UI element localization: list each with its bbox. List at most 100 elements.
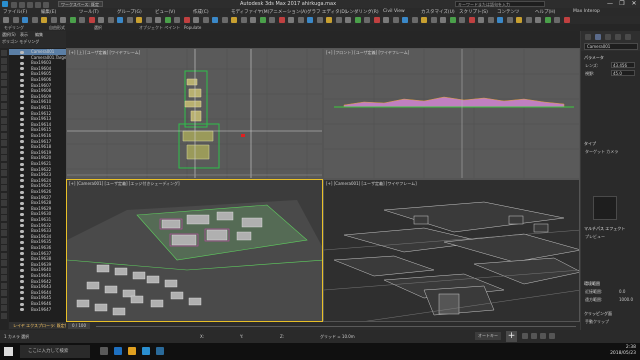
visibility-icon[interactable]: [20, 285, 24, 289]
visibility-icon[interactable]: [20, 296, 24, 300]
explorer-filter-icon[interactable]: [1, 290, 7, 296]
explorer-filter-icon[interactable]: [1, 147, 7, 154]
minimize-button[interactable]: —: [604, 0, 616, 8]
explorer-filter-icon[interactable]: [1, 57, 7, 64]
toolbar-icon[interactable]: [506, 17, 513, 23]
hierarchy-tab-icon[interactable]: [605, 34, 611, 40]
play-icon[interactable]: [531, 333, 537, 339]
ribbon-tab[interactable]: 選択: [94, 25, 102, 31]
visibility-icon[interactable]: [20, 168, 24, 172]
toolbar-icon[interactable]: [468, 17, 475, 23]
toolbar-icon[interactable]: [164, 17, 171, 23]
toolbar-icon[interactable]: [554, 17, 560, 23]
toolbar-icon[interactable]: [117, 17, 123, 23]
toolbar-icon[interactable]: [231, 17, 237, 23]
toolbar-icon[interactable]: [297, 17, 304, 23]
fov-field[interactable]: 45.0: [611, 70, 635, 76]
toolbar-icon[interactable]: [440, 17, 446, 23]
toolbar-icon[interactable]: [221, 17, 228, 23]
explorer-filter-icon[interactable]: [1, 192, 7, 199]
visibility-icon[interactable]: [20, 112, 24, 116]
close-button[interactable]: ✕: [628, 0, 640, 8]
explorer-filter-icon[interactable]: [1, 95, 7, 101]
scene-tab-display[interactable]: 表示: [20, 32, 28, 38]
scene-tab-edit[interactable]: 編集: [35, 32, 43, 38]
toolbar-icon[interactable]: [31, 17, 38, 23]
viewport-camera-wire-label[interactable]: [+] [Camera001] [ユーザ定義] [ワイヤフレーム]: [326, 181, 417, 187]
object-name-field[interactable]: Camera001: [584, 43, 638, 50]
toolbar-icon[interactable]: [383, 17, 389, 23]
visibility-icon[interactable]: [20, 61, 24, 65]
menu-item[interactable]: ファイル(F): [3, 9, 27, 15]
toolbar-icon[interactable]: [288, 17, 294, 23]
viewport-front-label[interactable]: [+] [フロント] [ユーザ定義] [ワイヤフレーム]: [326, 50, 409, 56]
modify-tab-icon[interactable]: [595, 34, 601, 40]
task-view-icon[interactable]: [100, 347, 108, 355]
visibility-icon[interactable]: [20, 162, 24, 166]
menu-item[interactable]: スクリプト(S): [459, 9, 488, 15]
toolbar-icon[interactable]: [487, 17, 494, 23]
viewport-front[interactable]: [+] [フロント] [ユーザ定義] [ワイヤフレーム]: [323, 48, 580, 179]
multipass-header[interactable]: マルチパス エフェクト: [584, 226, 625, 232]
toolbar-icon[interactable]: [563, 17, 570, 23]
toolbar-icon[interactable]: [497, 17, 503, 23]
toolbar-icon[interactable]: [278, 17, 285, 23]
explorer-filter-icon[interactable]: [1, 72, 7, 79]
visibility-icon[interactable]: [20, 145, 24, 149]
ribbon-tab[interactable]: Populate: [184, 25, 201, 30]
toolbar-icon[interactable]: [12, 17, 19, 23]
visibility-icon[interactable]: [20, 229, 24, 233]
far-range-value[interactable]: 1000.0: [619, 297, 633, 302]
next-frame-icon[interactable]: [540, 333, 546, 339]
menu-item[interactable]: ビュー(V): [155, 9, 175, 15]
poly-modeling-label[interactable]: ポリゴン モデリング: [2, 39, 39, 45]
toolbar-icon[interactable]: [535, 17, 541, 23]
toolbar-icon[interactable]: [335, 17, 342, 23]
visibility-icon[interactable]: [20, 190, 24, 194]
explorer-filter-icon[interactable]: [1, 185, 7, 191]
app-logo-icon[interactable]: [2, 1, 8, 7]
visibility-icon[interactable]: [20, 151, 24, 155]
visibility-icon[interactable]: [20, 140, 24, 144]
explorer-filter-icon[interactable]: [1, 132, 7, 139]
visibility-icon[interactable]: [20, 106, 24, 110]
toolbar-icon[interactable]: [345, 17, 351, 23]
explorer-filter-icon[interactable]: [1, 162, 7, 169]
explorer-filter-icon[interactable]: [1, 177, 7, 184]
toolbar-icon[interactable]: [174, 17, 180, 23]
toolbar-icon[interactable]: [250, 17, 256, 23]
toolbar-icon[interactable]: [392, 17, 399, 23]
explorer-filter-icon[interactable]: [1, 245, 7, 251]
viewport-top-label[interactable]: [+] [上] [ユーザ定義] [ワイヤフレーム]: [69, 50, 140, 56]
toolbar-icon[interactable]: [525, 17, 532, 23]
explorer-filter-icon[interactable]: [1, 230, 7, 236]
display-tab-icon[interactable]: [625, 34, 631, 40]
toolbar-icon[interactable]: [107, 17, 114, 23]
create-tab-icon[interactable]: [585, 34, 591, 40]
menu-item[interactable]: グループ(G): [117, 9, 142, 15]
manual-clip-checkbox[interactable]: 手動クリップ: [585, 319, 609, 325]
maximize-button[interactable]: ❐: [616, 0, 628, 8]
preview-button[interactable]: プレビュー: [585, 234, 605, 240]
visibility-icon[interactable]: [20, 95, 24, 99]
clipping-header[interactable]: クリッピング面: [584, 311, 612, 317]
layer-explorer-bar[interactable]: レイヤ エクスプローラ: 既定値: [9, 322, 69, 329]
toolbar-icon[interactable]: [212, 17, 218, 23]
toolbar-icon[interactable]: [98, 17, 104, 23]
visibility-icon[interactable]: [20, 291, 24, 295]
toolbar-icon[interactable]: [354, 17, 361, 23]
quick-access-toolbar[interactable]: [11, 1, 55, 8]
type-header[interactable]: タイプ: [584, 141, 596, 147]
visibility-icon[interactable]: [20, 246, 24, 250]
explorer-filter-icon[interactable]: [1, 65, 7, 71]
visibility-icon[interactable]: [20, 50, 24, 54]
edge-icon[interactable]: [114, 347, 122, 355]
visibility-icon[interactable]: [20, 212, 24, 216]
camera-preview-swatch[interactable]: [593, 196, 617, 220]
explorer-icon[interactable]: [128, 347, 136, 355]
toolbar-icon[interactable]: [202, 17, 209, 23]
visibility-icon[interactable]: [20, 252, 24, 256]
toolbar-icon[interactable]: [60, 17, 66, 23]
visibility-icon[interactable]: [20, 268, 24, 272]
explorer-filter-icon[interactable]: [1, 50, 7, 56]
